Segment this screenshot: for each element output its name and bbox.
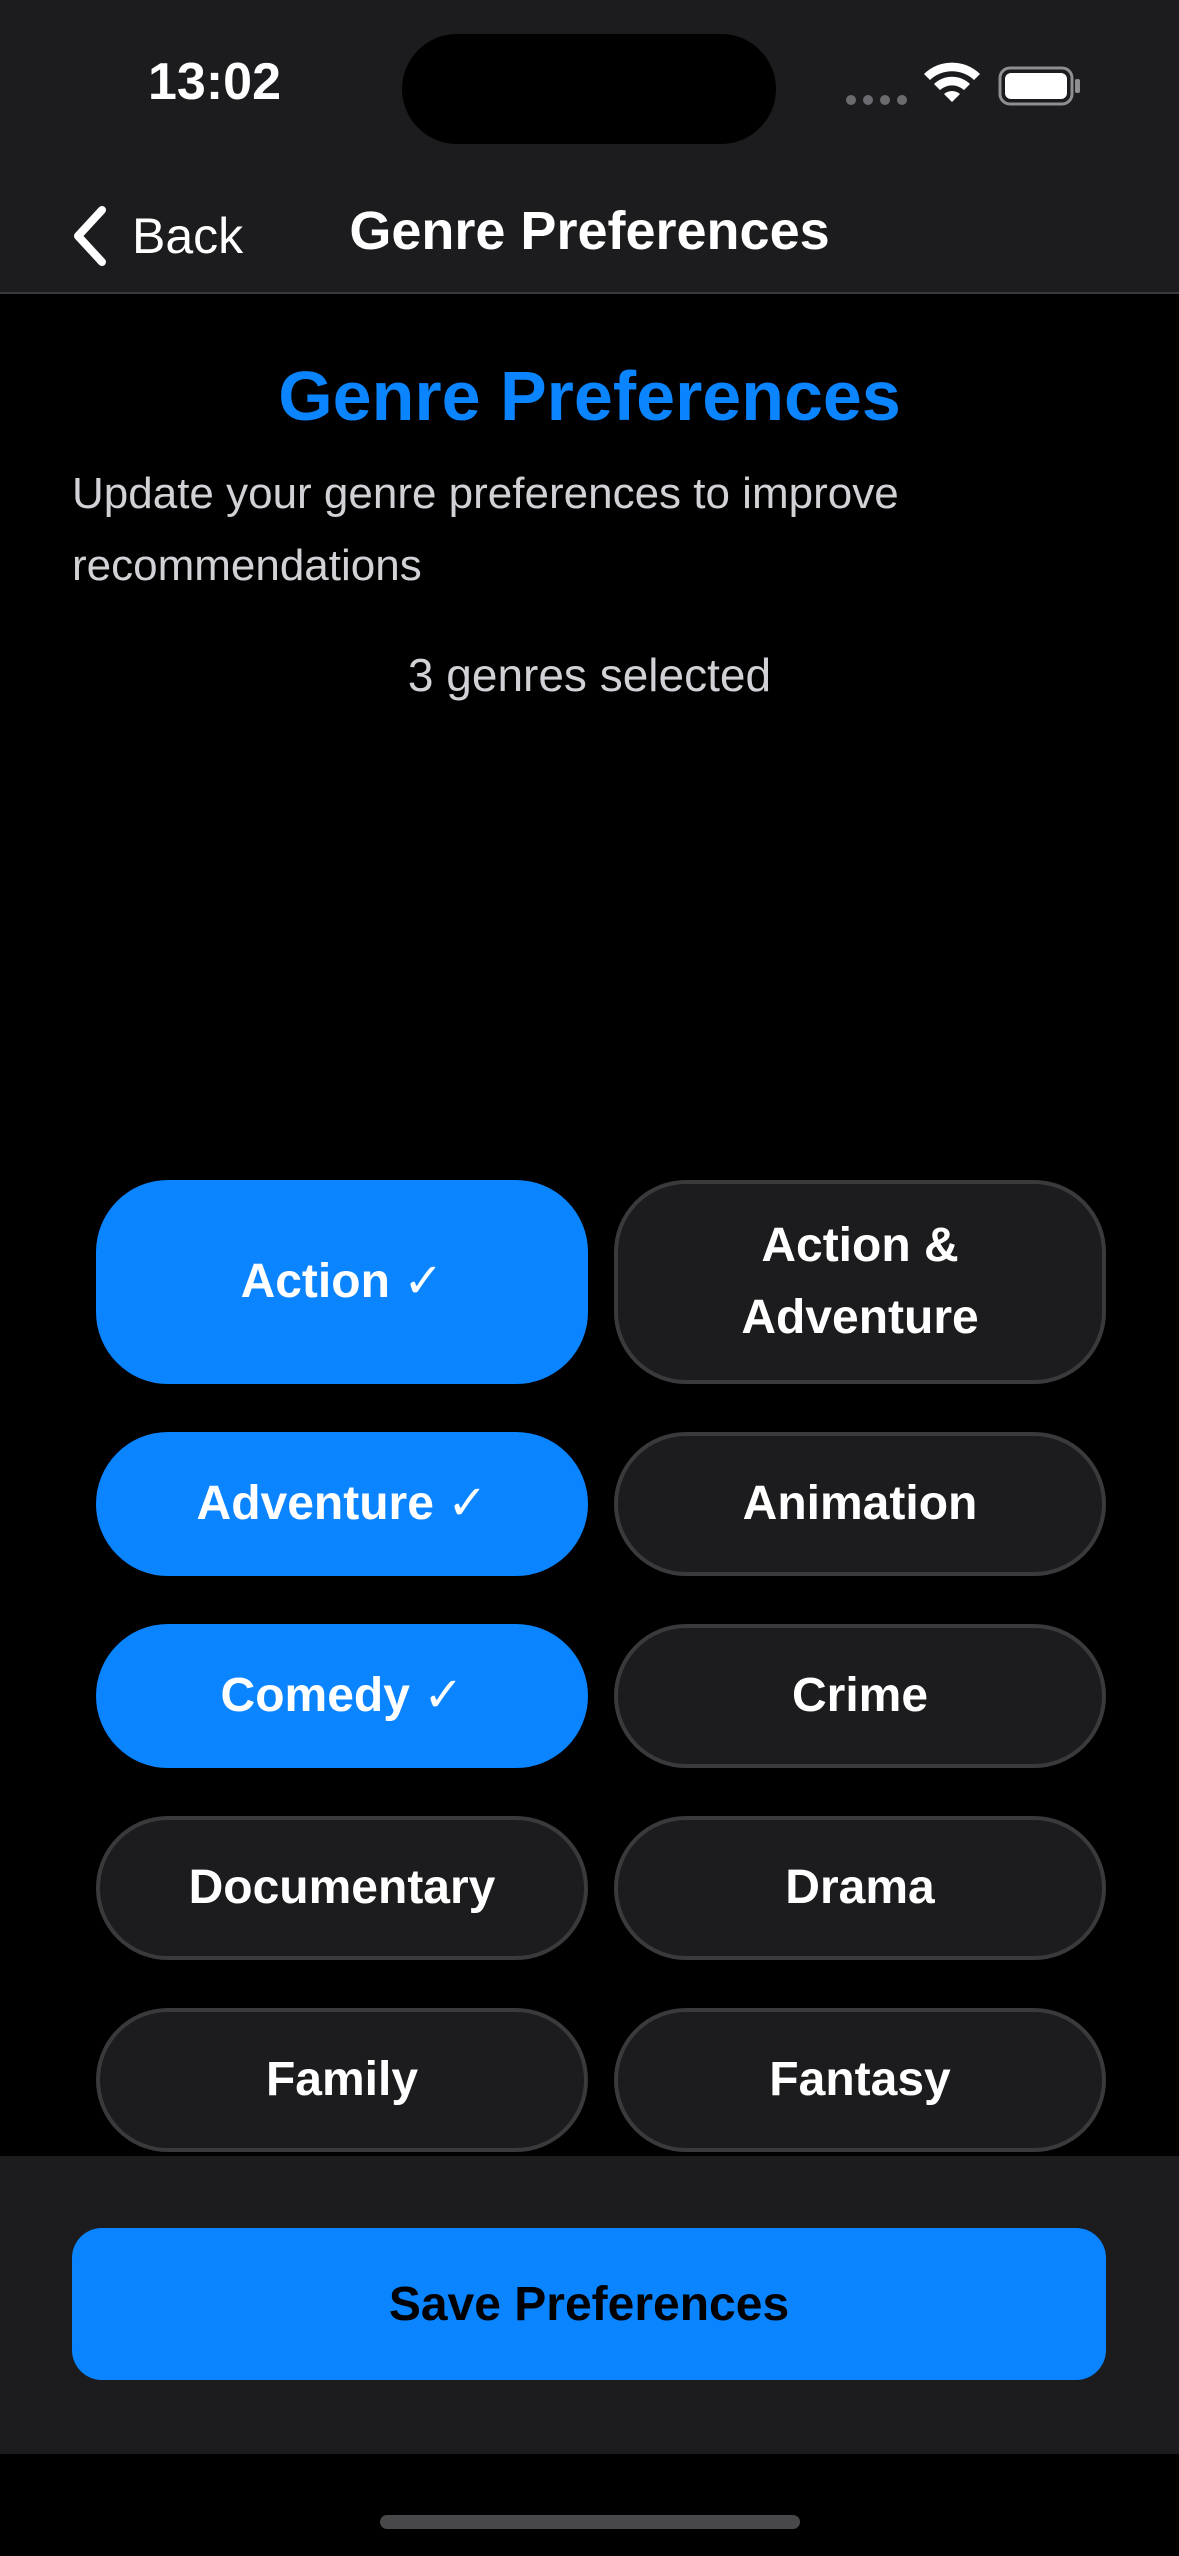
nav-title: Genre Preferences: [349, 201, 830, 261]
battery-icon: [998, 66, 1080, 106]
genre-label: Adventure ✓: [196, 1477, 488, 1530]
genre-label: Action & Adventure: [741, 1219, 979, 1344]
genre-row: Adventure ✓ Animation: [96, 1432, 1106, 1576]
wifi-icon: [924, 62, 980, 102]
genre-pill-family[interactable]: Family: [96, 2008, 588, 2152]
top-bar: 13:02 Back Genre Preferences: [0, 0, 1179, 294]
genre-label: Family: [265, 2053, 419, 2106]
genre-label: Crime: [791, 1669, 929, 1722]
genre-label: Action ✓: [240, 1255, 444, 1308]
selected-count: 3 genres selected: [407, 649, 772, 701]
genre-label: Fantasy: [769, 2053, 951, 2106]
genre-row: Comedy ✓ Crime: [96, 1624, 1106, 1768]
genre-row: Documentary Drama: [96, 1816, 1106, 1960]
page-heading: Genre Preferences: [278, 357, 901, 435]
genre-pill-action[interactable]: Action ✓: [96, 1180, 588, 1384]
genre-grid: Action ✓ Action & Adventure Adventure ✓ …: [96, 1180, 1106, 2200]
dynamic-island: [402, 34, 776, 144]
home-indicator[interactable]: [380, 2515, 800, 2529]
genre-row: Family Fantasy: [96, 2008, 1106, 2152]
genre-label: Documentary: [188, 1861, 496, 1914]
genre-label: Comedy ✓: [220, 1669, 464, 1722]
genre-pill-crime[interactable]: Crime: [614, 1624, 1106, 1768]
genre-pill-animation[interactable]: Animation: [614, 1432, 1106, 1576]
genre-pill-drama[interactable]: Drama: [614, 1816, 1106, 1960]
page-subtitle: Update your genre preferences to improve…: [72, 469, 899, 590]
genre-pill-documentary[interactable]: Documentary: [96, 1816, 588, 1960]
genre-label: Drama: [785, 1861, 935, 1914]
status-time: 13:02: [148, 53, 281, 111]
genre-pill-fantasy[interactable]: Fantasy: [614, 2008, 1106, 2152]
genre-pill-comedy[interactable]: Comedy ✓: [96, 1624, 588, 1768]
bottom-bar: Save Preferences: [0, 2156, 1179, 2454]
genre-label: Animation: [742, 1477, 978, 1530]
genre-row: Action ✓ Action & Adventure: [96, 1180, 1106, 1384]
save-preferences-button[interactable]: Save Preferences: [72, 2228, 1106, 2380]
signal-dots-icon: [846, 95, 907, 105]
genre-pill-action-adventure[interactable]: Action & Adventure: [614, 1180, 1106, 1384]
genre-pill-adventure[interactable]: Adventure ✓: [96, 1432, 588, 1576]
